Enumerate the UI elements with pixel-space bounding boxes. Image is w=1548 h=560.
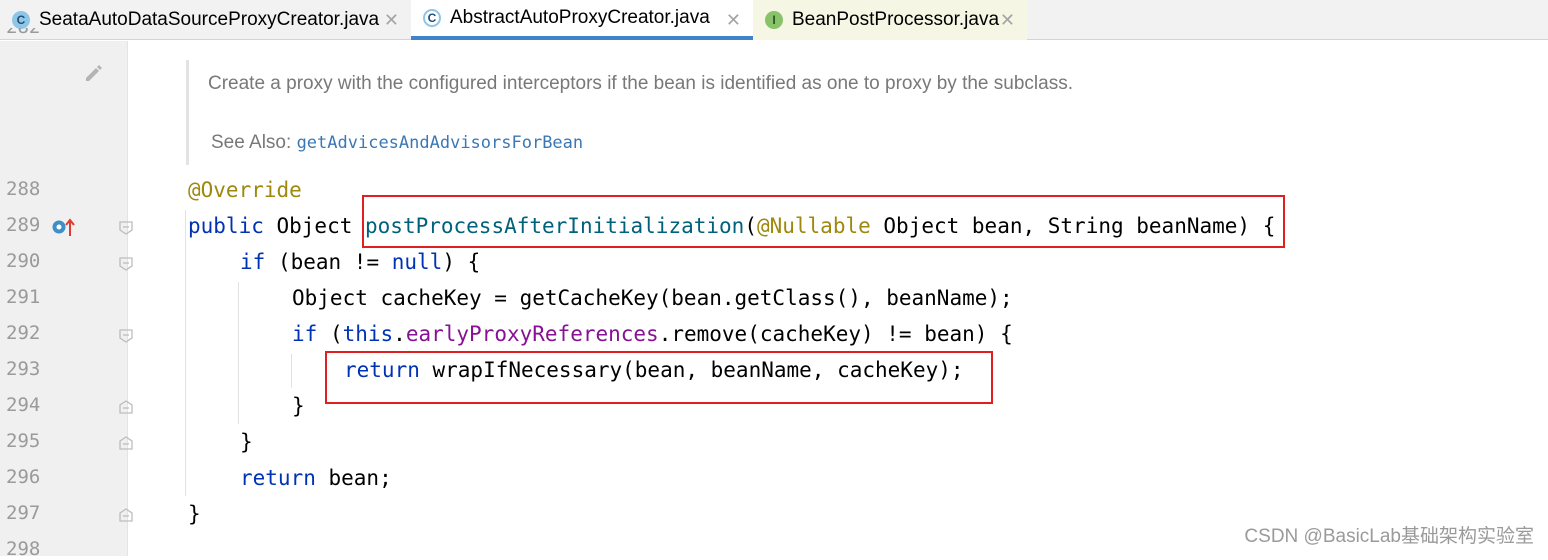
overrides-method-icon[interactable] [52,218,76,238]
fold-icon[interactable] [119,221,133,235]
tab-seata-auto-datasource-proxy-creator[interactable]: C SeataAutoDataSourceProxyCreator.java ✕ [0,0,411,40]
close-icon[interactable]: ✕ [726,10,741,31]
line-number: 293 [6,358,41,380]
code-line-290: if (bean != null) { [240,250,481,274]
close-icon[interactable]: ✕ [1000,10,1015,31]
editor-tab-bar: C SeataAutoDataSourceProxyCreator.java ✕… [0,0,1548,40]
indent-guide [291,354,292,388]
rendered-javadoc: Create a proxy with the configured inter… [186,60,1109,165]
see-also-label: See Also: [211,132,292,153]
pencil-icon[interactable] [83,63,103,83]
close-icon[interactable]: ✕ [384,10,399,31]
code-line-288: @Override [188,178,302,202]
interface-icon: I [765,11,783,29]
unfold-icon[interactable] [119,436,133,450]
code-line-292: if (this.earlyProxyReferences.remove(cac… [292,322,1013,346]
line-number: 288 [6,178,41,200]
line-number: 290 [6,250,41,272]
unfold-icon[interactable] [119,400,133,414]
tab-label: BeanPostProcessor.java [792,9,1000,30]
see-also-link[interactable]: getAdvicesAndAdvisorsForBean [297,133,584,153]
unfold-icon[interactable] [119,508,133,522]
code-line-296: return bean; [240,466,392,490]
indent-guide [238,282,239,424]
line-number: 291 [6,286,41,308]
class-icon: C [12,11,30,29]
highlight-box-method-signature [362,195,1285,248]
code-line-295: } [240,430,253,454]
line-number: 282 [6,28,40,42]
fold-icon[interactable] [119,329,133,343]
indent-guide [185,210,186,496]
fold-icon[interactable] [119,257,133,271]
watermark: CSDN @BasicLab基础架构实验室 [1244,526,1534,547]
line-number: 295 [6,430,41,452]
line-number: 292 [6,322,41,344]
highlight-box-return-wrap [325,351,993,404]
line-number: 289 [6,214,41,236]
tab-abstract-auto-proxy-creator[interactable]: C AbstractAutoProxyCreator.java ✕ [411,0,753,40]
line-number: 297 [6,502,41,524]
tab-label: AbstractAutoProxyCreator.java [450,7,710,28]
see-also: See Also: getAdvicesAndAdvisorsForBean [211,132,583,154]
class-icon: C [423,9,441,27]
code-line-291: Object cacheKey = getCacheKey(bean.getCl… [292,286,1013,310]
javadoc-text: Create a proxy with the configured inter… [208,73,1073,94]
code-line-294: } [292,394,305,418]
line-number: 296 [6,466,41,488]
code-line-297: } [188,502,201,526]
line-number: 298 [6,538,41,560]
tab-bean-post-processor[interactable]: I BeanPostProcessor.java ✕ [753,0,1027,40]
tab-label: SeataAutoDataSourceProxyCreator.java [39,9,380,30]
line-number: 294 [6,394,41,416]
